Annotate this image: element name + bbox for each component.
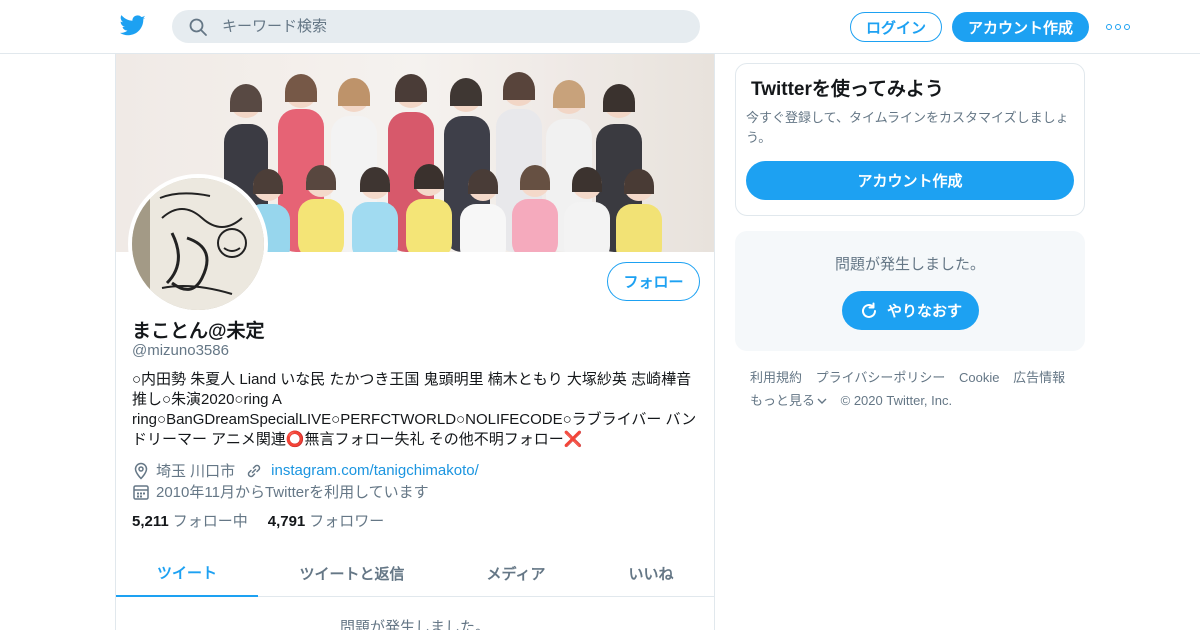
tab-likes[interactable]: いいね xyxy=(606,550,696,597)
search-box[interactable] xyxy=(172,10,700,43)
link-icon xyxy=(247,464,261,477)
signup-card-button[interactable]: アカウント作成 xyxy=(746,161,1074,200)
footer-links: 利用規約 プライバシーポリシー Cookie 広告情報 もっと見る © 2020… xyxy=(750,366,1080,412)
tab-tweets-and-replies[interactable]: ツイートと返信 xyxy=(278,550,426,597)
search-input[interactable] xyxy=(222,10,682,43)
following-label: フォロー中 xyxy=(172,513,248,530)
search-icon xyxy=(189,18,207,36)
sidebar-error-text: 問題が発生しました。 xyxy=(834,256,985,273)
footer-link-more[interactable]: もっと見る xyxy=(750,393,827,408)
calendar-icon xyxy=(133,484,149,500)
profile-location-row: 埼玉 川口市 instagram.com/tanigchimakoto/ xyxy=(132,460,479,481)
location-pin-icon xyxy=(134,462,148,480)
following-count: 5,211 xyxy=(132,513,169,530)
follow-button[interactable]: フォロー xyxy=(607,262,700,301)
followers-count: 4,791 xyxy=(267,513,306,530)
tab-media[interactable]: メディア xyxy=(462,550,570,597)
signup-button[interactable]: アカウント作成 xyxy=(952,12,1089,42)
profile-joined-date: 2010年11月からTwitterを利用しています xyxy=(156,484,429,501)
profile-bio: ○内田勢 朱夏人 Liand いな民 たかつき王国 鬼頭明里 楠木ともり 大塚紗… xyxy=(132,371,697,448)
signup-card-text: 今すぐ登録して、タイムラインをカスタマイズしましょう。 xyxy=(746,110,1069,145)
retry-label: やりなおす xyxy=(886,303,962,320)
footer-link-cookie[interactable]: Cookie xyxy=(959,370,999,385)
followers-stat[interactable]: 4,791 フォロワー xyxy=(268,510,385,531)
profile-display-name: まことん@未定 xyxy=(132,321,265,342)
top-navigation-bar: ログイン アカウント作成 xyxy=(0,0,1200,54)
tab-tweets[interactable]: ツイート xyxy=(116,550,258,597)
profile-website-link[interactable]: instagram.com/tanigchimakoto/ xyxy=(271,462,479,479)
footer-link-ads[interactable]: 広告情報 xyxy=(1013,370,1065,385)
following-stat[interactable]: 5,211 フォロー中 xyxy=(132,510,248,531)
footer-copyright: © 2020 Twitter, Inc. xyxy=(840,393,953,408)
footer-more-label: もっと見る xyxy=(750,393,816,408)
timeline-error-message: 問題が発生しました。 xyxy=(339,619,490,630)
profile-handle: @mizuno3586 xyxy=(132,342,229,359)
profile-column: フォロー まことん@未定 @mizuno3586 ○内田勢 朱夏人 Liand … xyxy=(115,54,715,630)
signup-prompt-card: Twitterを使ってみよう 今すぐ登録して、タイムラインをカスタマイズしましょ… xyxy=(735,63,1085,216)
footer-link-privacy[interactable]: プライバシーポリシー xyxy=(816,370,946,385)
more-options-icon[interactable] xyxy=(1106,20,1130,34)
signup-card-title: Twitterを使ってみよう xyxy=(751,79,944,100)
refresh-icon xyxy=(862,302,876,318)
profile-location: 埼玉 川口市 xyxy=(156,463,236,480)
profile-stats: 5,211 フォロー中 4,791 フォロワー xyxy=(132,510,384,531)
footer-link-terms[interactable]: 利用規約 xyxy=(750,370,802,385)
sidebar-error-card: 問題が発生しました。 やりなおす xyxy=(735,231,1085,351)
profile-avatar[interactable] xyxy=(128,174,268,314)
profile-tabs: ツイート ツイートと返信 メディア いいね xyxy=(116,550,714,597)
followers-label: フォロワー xyxy=(309,513,385,530)
chevron-down-icon xyxy=(817,398,827,404)
twitter-bird-logo-icon[interactable] xyxy=(120,14,146,38)
profile-joined-row: 2010年11月からTwitterを利用しています xyxy=(132,481,429,502)
login-button[interactable]: ログイン xyxy=(850,12,942,42)
retry-button[interactable]: やりなおす xyxy=(842,291,979,330)
